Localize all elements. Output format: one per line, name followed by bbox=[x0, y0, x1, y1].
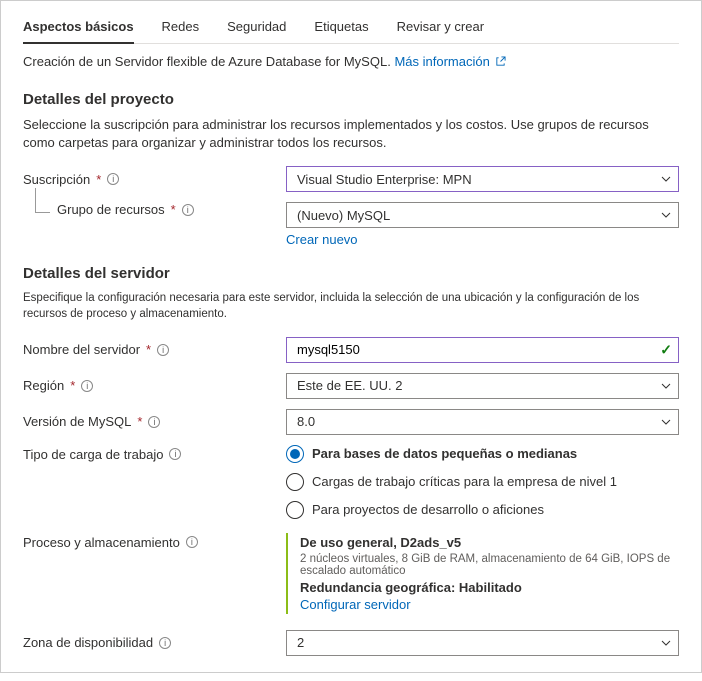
info-icon[interactable]: i bbox=[107, 173, 119, 185]
project-details-desc: Seleccione la suscripción para administr… bbox=[23, 116, 679, 152]
required-indicator: * bbox=[171, 202, 176, 217]
workload-type-label: Tipo de carga de trabajo bbox=[23, 447, 163, 462]
workload-radio-small-medium[interactable]: Para bases de datos pequeñas o medianas bbox=[286, 445, 679, 463]
mysql-version-select[interactable]: 8.0 bbox=[286, 409, 679, 435]
resource-group-label: Grupo de recursos bbox=[57, 202, 165, 217]
server-details-desc: Especifique la configuración necesaria p… bbox=[23, 290, 679, 322]
tab-basics[interactable]: Aspectos básicos bbox=[23, 13, 134, 44]
server-details-heading: Detalles del servidor bbox=[23, 265, 679, 282]
compute-storage-label: Proceso y almacenamiento bbox=[23, 535, 180, 550]
radio-icon bbox=[286, 445, 304, 463]
configure-server-link[interactable]: Configurar servidor bbox=[300, 597, 679, 612]
chevron-down-icon bbox=[660, 380, 672, 392]
mysql-version-label: Versión de MySQL bbox=[23, 414, 131, 429]
server-name-label: Nombre del servidor bbox=[23, 342, 140, 357]
project-details-heading: Detalles del proyecto bbox=[23, 91, 679, 108]
subscription-select[interactable]: Visual Studio Enterprise: MPN bbox=[286, 166, 679, 192]
region-label: Región bbox=[23, 378, 64, 393]
external-link-icon bbox=[495, 56, 506, 67]
compute-georedundancy: Redundancia geográfica: Habilitado bbox=[300, 580, 679, 595]
intro-text: Creación de un Servidor flexible de Azur… bbox=[23, 54, 679, 69]
required-indicator: * bbox=[146, 342, 151, 357]
chevron-down-icon bbox=[660, 173, 672, 185]
required-indicator: * bbox=[96, 172, 101, 187]
info-icon[interactable]: i bbox=[159, 637, 171, 649]
info-icon[interactable]: i bbox=[81, 380, 93, 392]
checkmark-icon: ✓ bbox=[660, 341, 672, 358]
resource-group-select[interactable]: (Nuevo) MySQL bbox=[286, 202, 679, 228]
info-icon[interactable]: i bbox=[148, 416, 160, 428]
info-icon[interactable]: i bbox=[182, 204, 194, 216]
compute-summary: De uso general, D2ads_v5 2 núcleos virtu… bbox=[286, 533, 679, 614]
info-icon[interactable]: i bbox=[157, 344, 169, 356]
required-indicator: * bbox=[70, 378, 75, 393]
chevron-down-icon bbox=[660, 416, 672, 428]
radio-icon bbox=[286, 473, 304, 491]
intro-description: Creación de un Servidor flexible de Azur… bbox=[23, 54, 391, 69]
learn-more-link[interactable]: Más información bbox=[394, 54, 506, 69]
chevron-down-icon bbox=[660, 209, 672, 221]
create-new-link[interactable]: Crear nuevo bbox=[286, 232, 679, 247]
tabs-bar: Aspectos básicos Redes Seguridad Etiquet… bbox=[23, 13, 679, 44]
chevron-down-icon bbox=[660, 637, 672, 649]
workload-radio-tier1[interactable]: Cargas de trabajo críticas para la empre… bbox=[286, 473, 679, 491]
subscription-label: Suscripción bbox=[23, 172, 90, 187]
server-name-input[interactable]: ✓ bbox=[286, 337, 679, 363]
tab-tags[interactable]: Etiquetas bbox=[314, 13, 368, 43]
region-select[interactable]: Este de EE. UU. 2 bbox=[286, 373, 679, 399]
required-indicator: * bbox=[137, 414, 142, 429]
info-icon[interactable]: i bbox=[186, 536, 198, 548]
radio-icon bbox=[286, 501, 304, 519]
workload-radio-dev[interactable]: Para proyectos de desarrollo o aficiones bbox=[286, 501, 679, 519]
compute-sku: De uso general, D2ads_v5 bbox=[300, 535, 679, 550]
availability-zone-label: Zona de disponibilidad bbox=[23, 635, 153, 650]
tab-networking[interactable]: Redes bbox=[162, 13, 200, 43]
info-icon[interactable]: i bbox=[169, 448, 181, 460]
compute-specs: 2 núcleos virtuales, 8 GiB de RAM, almac… bbox=[300, 553, 679, 577]
tab-review[interactable]: Revisar y crear bbox=[397, 13, 484, 43]
tab-security[interactable]: Seguridad bbox=[227, 13, 286, 43]
availability-zone-select[interactable]: 2 bbox=[286, 630, 679, 656]
